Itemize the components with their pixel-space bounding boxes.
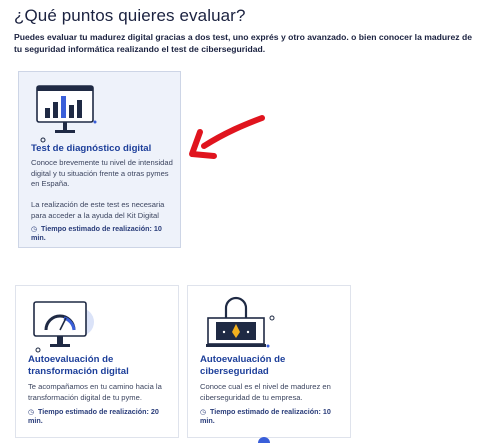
card-test-diagnostico[interactable]: Test de diagnóstico digital Conoce breve… (18, 71, 181, 248)
estimated-time: ◷ Tiempo estimado de realización: 10 min. (31, 224, 162, 242)
card-description: Te acompañamos en tu camino hacia la tra… (28, 382, 162, 402)
clock-icon: ◷ (31, 224, 38, 233)
estimated-time: ◷ Tiempo estimado de realización: 20 min. (28, 407, 159, 425)
monitor-gauge-illustration (33, 301, 94, 353)
card-title: Autoevaluación de ciberseguridad (200, 354, 286, 377)
intro-text: Puedes evaluar tu madurez digital gracia… (14, 32, 472, 54)
card-ciberseguridad[interactable]: Autoevaluación de ciberseguridad Conoce … (187, 285, 351, 438)
clock-icon: ◷ (200, 407, 207, 416)
estimated-time: ◷ Tiempo estimado de realización: 10 min. (200, 407, 331, 425)
card-transformacion-digital[interactable]: Autoevaluación de transformación digital… (15, 285, 179, 438)
clock-icon: ◷ (28, 407, 35, 416)
cut-off-icon (258, 437, 270, 443)
card-description: Conoce cual es el nivel de madurez en ci… (200, 382, 331, 402)
card-title: Autoevaluación de transformación digital (28, 354, 129, 377)
card-note: La realización de este test es necesaria… (31, 200, 165, 220)
card-description: Conoce brevemente tu nivel de intensidad… (31, 158, 173, 188)
red-arrow-annotation (189, 115, 265, 159)
monitor-bar-chart-illustration (36, 85, 97, 143)
padlock-illustration (206, 296, 275, 348)
page-title: ¿Qué puntos quieres evaluar? (14, 6, 246, 25)
card-title: Test de diagnóstico digital (31, 143, 152, 154)
